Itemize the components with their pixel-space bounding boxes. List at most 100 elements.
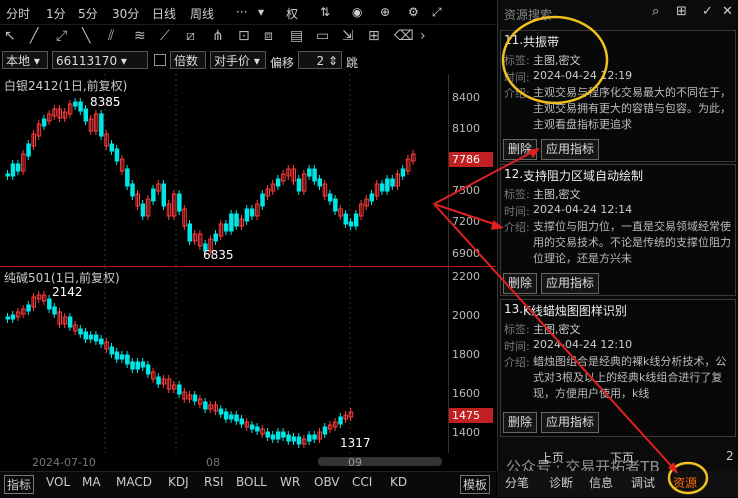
period-tab-5min[interactable]: 5分: [78, 5, 98, 22]
period-tab-1min[interactable]: 1分: [46, 5, 66, 22]
card-2-desc-label: 介绍:: [504, 221, 530, 234]
arrow-tool-icon[interactable]: ⇲: [342, 28, 354, 44]
candle: [5, 173, 10, 177]
market-select[interactable]: 本地 ▾: [2, 51, 48, 69]
silver-low-label: 6835: [203, 248, 234, 262]
offset-stepper[interactable]: 2 ⇕: [298, 51, 342, 69]
candle: [260, 193, 265, 207]
candle: [307, 434, 312, 442]
template-button[interactable]: 模板: [460, 475, 491, 494]
eraser-icon[interactable]: ⌫: [394, 28, 414, 44]
wave-tool-icon[interactable]: ≋: [134, 28, 146, 44]
soda-tick-1400: 1400: [452, 426, 480, 439]
account-select[interactable]: 66113170 ▾: [52, 51, 148, 69]
page-number: 2: [726, 449, 734, 463]
candle: [244, 208, 250, 222]
chevron-right-icon[interactable]: ›: [420, 28, 426, 44]
rect-tool-icon[interactable]: ▭: [316, 28, 329, 44]
eye-icon[interactable]: ◉: [352, 5, 362, 19]
indicator-tab-macd[interactable]: MACD: [116, 475, 152, 489]
soda-tick-1800: 1800: [452, 348, 480, 361]
fan-tool-icon[interactable]: ⟋: [160, 28, 170, 44]
chevron-down-icon[interactable]: ▾: [258, 5, 264, 19]
cycle-tool-icon[interactable]: ⊡: [238, 28, 250, 44]
add-icon[interactable]: ⊕: [380, 5, 390, 19]
price-mode-select[interactable]: 对手价 ▾: [210, 51, 266, 69]
tab-diagnose[interactable]: 诊断: [549, 474, 573, 491]
cursor-icon[interactable]: ↖: [4, 28, 16, 44]
indicator-tab-wr[interactable]: WR: [280, 475, 300, 489]
channel-tool-icon[interactable]: ⧄: [186, 28, 195, 44]
resource-card-3[interactable]: 13. K线蜡烛图图样识别 标签: 主图,密文 时间: 2024-04-24 1…: [500, 299, 736, 437]
resource-card-2[interactable]: 12. 支持阻力区域自动绘制 标签: 主图,密文 时间: 2024-04-24 …: [500, 164, 736, 296]
card-2-apply-button[interactable]: 应用指标: [541, 273, 600, 294]
segment-tool-icon[interactable]: ╲: [82, 28, 90, 44]
candle: [114, 148, 120, 162]
candle: [203, 401, 208, 410]
silver-chart[interactable]: 白银2412(1日,前复权) 8400 8100 7800 7500 7200 …: [0, 74, 496, 267]
gear-icon[interactable]: ⚙: [408, 5, 419, 19]
more-periods-button[interactable]: ···: [236, 5, 247, 19]
card-1-delete-button[interactable]: 删除: [503, 139, 538, 160]
indicator-tab-cci[interactable]: CCI: [352, 475, 372, 489]
candle: [47, 298, 52, 310]
card-3-title: K线蜡烛图图样识别: [523, 304, 627, 318]
period-tab-30min[interactable]: 30分: [112, 5, 139, 22]
silver-candles: [5, 74, 416, 266]
indicator-tab-obv[interactable]: OBV: [314, 475, 340, 489]
multiplier-button[interactable]: 倍数: [170, 51, 206, 69]
candle: [88, 334, 94, 340]
resource-card-1[interactable]: 11. 共振带 标签: 主图,密文 时间: 2024-04-24 12:19 介…: [500, 30, 736, 162]
silver-tick-7500: 7500: [452, 184, 480, 197]
tab-trades[interactable]: 分笔: [505, 474, 529, 491]
candle: [187, 223, 192, 242]
candle: [291, 436, 296, 442]
card-3-description: 蜡烛图组合是经典的裸k线分析技术，公式对3根及以上的经典k线组合进行了复现，方便…: [533, 355, 727, 400]
multiplier-checkbox[interactable]: [154, 54, 166, 66]
close-icon[interactable]: ✕: [722, 4, 733, 19]
silver-tick-8400: 8400: [452, 91, 480, 104]
indicator-tab-boll[interactable]: BOLL: [236, 475, 267, 489]
check-icon[interactable]: ✓: [702, 4, 713, 19]
card-3-apply-button[interactable]: 应用指标: [541, 412, 600, 433]
pitchfork-tool-icon[interactable]: ⋔: [212, 28, 224, 44]
rights-adjust-button[interactable]: 权: [286, 5, 298, 22]
candle: [390, 178, 395, 187]
period-tab-timeshare[interactable]: 分时: [6, 5, 30, 22]
gann-tool-icon[interactable]: ⧈: [264, 28, 273, 44]
ray-tool-icon[interactable]: ⤢: [56, 28, 67, 44]
sort-icon[interactable]: ⇅: [320, 5, 330, 19]
lock-icon[interactable]: ⊞: [368, 28, 380, 44]
search-icon[interactable]: ⌕: [652, 4, 659, 19]
indicator-tab-kd[interactable]: KD: [390, 475, 407, 489]
card-3-delete-button[interactable]: 删除: [503, 412, 538, 433]
grid-icon[interactable]: ⊞: [676, 4, 687, 19]
parallel-tool-icon[interactable]: ⫽: [108, 28, 114, 44]
candle: [109, 143, 114, 152]
candle: [15, 163, 21, 172]
tab-resource[interactable]: 资源: [673, 474, 697, 491]
indicator-tab-main[interactable]: 指标: [4, 475, 35, 494]
indicator-tab-rsi[interactable]: RSI: [204, 475, 224, 489]
indicator-bar: 指标 VOL MA MACD KDJ RSI BOLL WR OBV CCI K…: [0, 471, 496, 498]
period-tab-daily[interactable]: 日线: [152, 5, 176, 22]
indicator-tab-kdj[interactable]: KDJ: [168, 475, 189, 489]
fib-tool-icon[interactable]: ▤: [290, 28, 303, 44]
candle: [234, 414, 239, 422]
expand-icon[interactable]: ⤢: [432, 5, 442, 20]
card-1-apply-button[interactable]: 应用指标: [541, 139, 600, 160]
candle: [234, 213, 239, 227]
tab-debug[interactable]: 调试: [631, 474, 655, 491]
candle: [255, 426, 260, 432]
card-2-description: 支撑位与阻力位，一直是交易领域经常使用的交易技术。不论是传统的支撑位阻力位理论，…: [533, 220, 731, 265]
card-2-delete-button[interactable]: 删除: [503, 273, 538, 294]
indicator-tab-vol[interactable]: VOL: [46, 475, 70, 489]
tab-info[interactable]: 信息: [589, 474, 613, 491]
candle: [275, 178, 281, 187]
indicator-tab-ma[interactable]: MA: [82, 475, 101, 489]
chart-scrollbar[interactable]: [318, 457, 442, 466]
candle: [114, 351, 120, 360]
line-tool-icon[interactable]: ╱: [30, 28, 38, 44]
soda-ash-chart[interactable]: 纯碱501(1日,前复权) 2200 2000 1800 1600 1400 1…: [0, 267, 496, 453]
period-tab-weekly[interactable]: 周线: [190, 5, 214, 22]
